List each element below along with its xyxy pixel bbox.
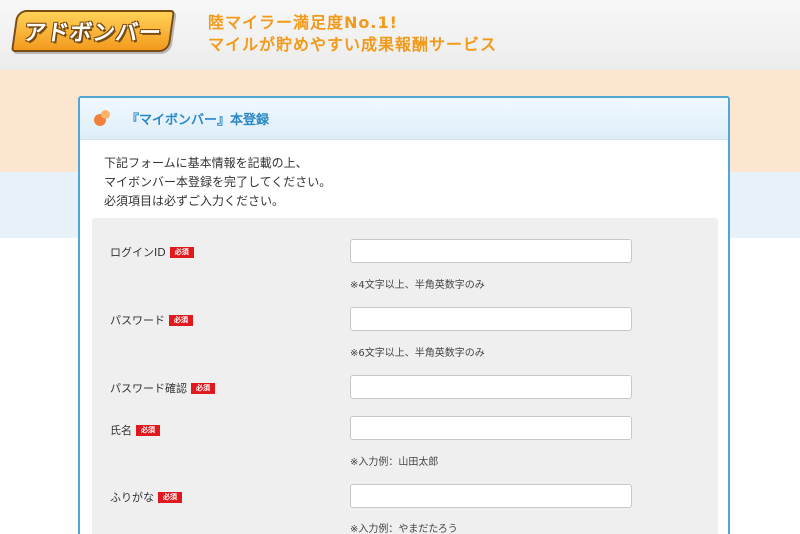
site-header: アドボンバー 陸マイラー満足度No.1! マイルが貯めやすい成果報酬サービス — [0, 0, 800, 70]
tagline-line-2: マイルが貯めやすい成果報酬サービス — [208, 35, 498, 54]
registration-form: ログインID 必須 ※4文字以上、半角英数字のみ パスワード 必須 ※6文字以上… — [92, 218, 718, 534]
login-id-input[interactable] — [350, 239, 632, 263]
speech-bubble-icon — [94, 109, 112, 128]
card-header: 『マイボンバー』本登録 — [80, 98, 728, 140]
site-logo[interactable]: アドボンバー — [11, 10, 175, 52]
furigana-hint: ※入力例：やまだたろう — [350, 524, 458, 534]
name-hint: ※入力例：山田太郎 — [350, 457, 439, 468]
password-confirm-label-text: パスワード確認 — [110, 382, 187, 395]
required-badge: 必須 — [169, 314, 193, 326]
logo-text: アドボンバー — [21, 21, 164, 46]
required-badge: 必須 — [191, 382, 215, 394]
intro-text: 下記フォームに基本情報を記載の上、 マイボンバー本登録を完了してください。 必須… — [104, 154, 331, 211]
password-confirm-label: パスワード確認 必須 — [110, 380, 215, 396]
password-label: パスワード 必須 — [110, 312, 193, 328]
password-input[interactable] — [350, 307, 632, 331]
password-confirm-input[interactable] — [350, 375, 632, 399]
card-title: 『マイボンバー』本登録 — [126, 113, 270, 128]
password-hint: ※6文字以上、半角英数字のみ — [350, 348, 485, 359]
required-badge: 必須 — [169, 246, 194, 258]
login-id-label-text: ログインID — [110, 246, 166, 259]
required-badge: 必須 — [158, 491, 182, 503]
name-label-text: 氏名 — [110, 424, 132, 437]
furigana-label: ふりがな 必須 — [110, 489, 182, 505]
name-label: 氏名 必須 — [110, 422, 160, 438]
intro-line: 必須項目は必ずご入力ください。 — [104, 194, 285, 208]
tagline: 陸マイラー満足度No.1! マイルが貯めやすい成果報酬サービス — [208, 12, 497, 56]
login-id-label: ログインID 必須 — [110, 244, 194, 260]
login-id-hint: ※4文字以上、半角英数字のみ — [350, 280, 485, 291]
required-badge: 必須 — [136, 424, 160, 436]
furigana-label-text: ふりがな — [110, 491, 154, 504]
intro-line: マイボンバー本登録を完了してください。 — [104, 175, 332, 189]
name-input[interactable] — [350, 416, 632, 440]
password-label-text: パスワード — [110, 314, 165, 327]
registration-card: 『マイボンバー』本登録 下記フォームに基本情報を記載の上、 マイボンバー本登録を… — [78, 96, 730, 534]
tagline-line-1: 陸マイラー満足度No.1! — [208, 13, 398, 32]
intro-line: 下記フォームに基本情報を記載の上、 — [104, 156, 308, 170]
furigana-input[interactable] — [350, 484, 632, 508]
